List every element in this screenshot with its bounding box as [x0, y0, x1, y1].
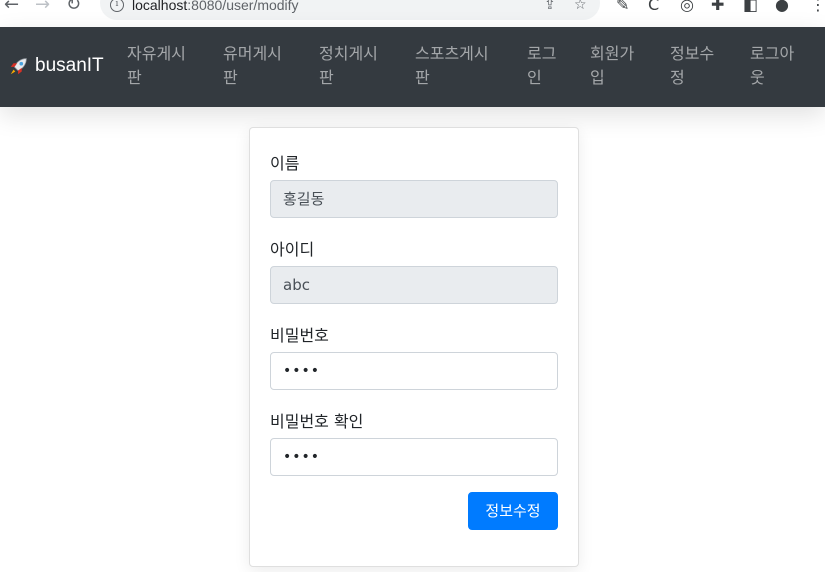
rocket-icon: [10, 58, 27, 75]
nav-label: 스포츠게시: [415, 44, 489, 63]
address-bar[interactable]: i localhost:8080/user/modify ⇪ ☆: [100, 0, 600, 20]
eyedropper-extension-icon[interactable]: ✎: [616, 0, 629, 14]
name-label: 이름: [270, 154, 300, 173]
browser-menu-icon[interactable]: ⋮: [810, 0, 825, 14]
modify-submit-button[interactable]: 정보수정: [468, 492, 558, 530]
nav-label: 정: [670, 68, 685, 87]
nav-sports-board[interactable]: 스포츠게시 판: [415, 42, 489, 90]
navbar: busanIT 자유게시 판 유머게시 판 정치게시 판 스포츠게시 판 로그 …: [0, 27, 825, 107]
nav-logout[interactable]: 로그아 웃: [750, 42, 794, 90]
password-confirm-field[interactable]: ••••: [270, 438, 558, 476]
brand-link[interactable]: busanIT: [8, 55, 104, 77]
nav-label: 인: [527, 68, 542, 87]
nav-label: 판: [415, 68, 430, 87]
nav-free-board[interactable]: 자유게시 판: [127, 42, 186, 90]
nav-label: 회원가: [590, 44, 635, 63]
browser-toolbar: ← → ↻ i localhost:8080/user/modify ⇪ ☆ ✎…: [0, 0, 825, 27]
forward-icon[interactable]: →: [35, 0, 50, 14]
password-field[interactable]: ••••: [270, 352, 558, 390]
nav-label: 판: [127, 68, 142, 87]
profile-avatar-icon[interactable]: ●: [775, 0, 789, 14]
brand-text: busanIT: [35, 55, 104, 76]
extension-c-icon[interactable]: C: [648, 0, 659, 14]
password-confirm-label: 비밀번호 확인: [270, 412, 364, 431]
nav-label: 입: [590, 68, 605, 87]
id-field: abc: [270, 266, 558, 304]
nav-label: 로그: [527, 44, 557, 63]
id-label: 아이디: [270, 240, 315, 259]
bookmark-star-icon[interactable]: ☆: [574, 0, 587, 13]
nav-modify-info[interactable]: 정보수 정: [670, 42, 714, 90]
nav-signup[interactable]: 회원가 입: [590, 42, 634, 90]
nav-label: 정보수: [670, 44, 715, 63]
nav-login[interactable]: 로그 인: [527, 42, 556, 90]
reload-icon[interactable]: ↻: [66, 0, 81, 14]
puzzle-extensions-icon[interactable]: ✚: [711, 0, 724, 14]
name-field: 홍길동: [270, 180, 558, 218]
share-icon[interactable]: ⇪: [544, 0, 556, 13]
nav-label: 자유게시: [127, 44, 186, 63]
side-panel-icon[interactable]: ◧: [743, 0, 758, 14]
nav-label: 판: [319, 68, 334, 87]
nav-label: 웃: [750, 68, 765, 87]
password-label: 비밀번호: [270, 326, 329, 345]
nav-humor-board[interactable]: 유머게시 판: [223, 42, 282, 90]
nav-politics-board[interactable]: 정치게시 판: [319, 42, 378, 90]
nav-label: 유머게시: [223, 44, 282, 63]
nav-label: 로그아: [750, 44, 795, 63]
back-icon[interactable]: ←: [4, 0, 19, 14]
site-info-icon[interactable]: i: [110, 0, 124, 12]
nav-label: 정치게시: [319, 44, 378, 63]
extension-circle-icon[interactable]: ◎: [680, 0, 694, 14]
modify-form-card: 이름 홍길동 아이디 abc 비밀번호 •••• 비밀번호 확인 •••• 정보…: [249, 127, 579, 567]
nav-label: 판: [223, 68, 238, 87]
address-url: localhost:8080/user/modify: [132, 0, 299, 13]
